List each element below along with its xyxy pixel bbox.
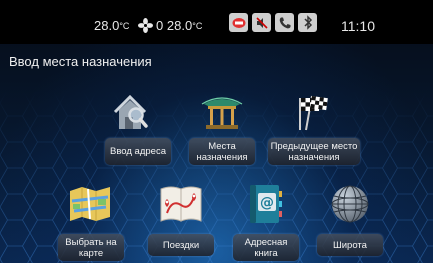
tile-previous-destination[interactable]: Предыдущее место назначения [268, 92, 360, 170]
globe-icon [331, 185, 369, 223]
status-bar: 28.0°C 0 28.0°C 11:10 [0, 0, 433, 44]
checkered-flags-icon [299, 95, 328, 131]
tile-latitude[interactable]: Широта [317, 183, 383, 261]
address-book-icon: @ [250, 185, 282, 223]
house-search-icon [113, 94, 148, 129]
clock: 11:10 [341, 18, 375, 34]
climate-readout[interactable]: 28.0°C 0 28.0°C [94, 18, 202, 33]
fan-icon [138, 18, 154, 33]
map-icon [70, 187, 110, 221]
phone-icon[interactable] [275, 13, 294, 32]
tile-select-on-map-label: Выбрать на карте [58, 234, 124, 261]
temp-right: 28.0 [166, 18, 193, 33]
tile-destinations-label: Места назначения [189, 138, 255, 165]
temp-right-unit: °C [192, 21, 203, 31]
tile-latitude-label: Широта [317, 234, 383, 256]
pavilion-icon [201, 97, 243, 129]
messages-icon[interactable] [229, 13, 248, 32]
tile-address-book-label: Адресная книга [233, 234, 299, 261]
tile-select-on-map[interactable]: Выбрать на карте [58, 183, 124, 261]
bluetooth-icon[interactable] [298, 13, 317, 32]
tile-previous-destination-label: Предыдущее место назначения [268, 138, 360, 165]
navigation-screen: 28.0°C 0 28.0°C 11:10 Ввод места назначе… [0, 0, 433, 263]
svg-text:@: @ [260, 195, 274, 211]
temp-left: 28.0 [94, 18, 120, 33]
mute-icon[interactable] [252, 13, 271, 32]
tile-enter-address-label: Ввод адреса [105, 138, 171, 165]
tile-destinations[interactable]: Места назначения [189, 92, 255, 170]
route-book-icon [160, 186, 202, 222]
tile-address-book[interactable]: @ Адресная книга [233, 183, 299, 261]
fan-level: 0 [156, 18, 164, 33]
temp-left-unit: °C [119, 21, 130, 31]
page-title: Ввод места назначения [9, 54, 152, 69]
tile-trips[interactable]: Поездки [148, 183, 214, 261]
tile-enter-address[interactable]: Ввод адреса [105, 92, 171, 170]
tile-trips-label: Поездки [148, 234, 214, 256]
